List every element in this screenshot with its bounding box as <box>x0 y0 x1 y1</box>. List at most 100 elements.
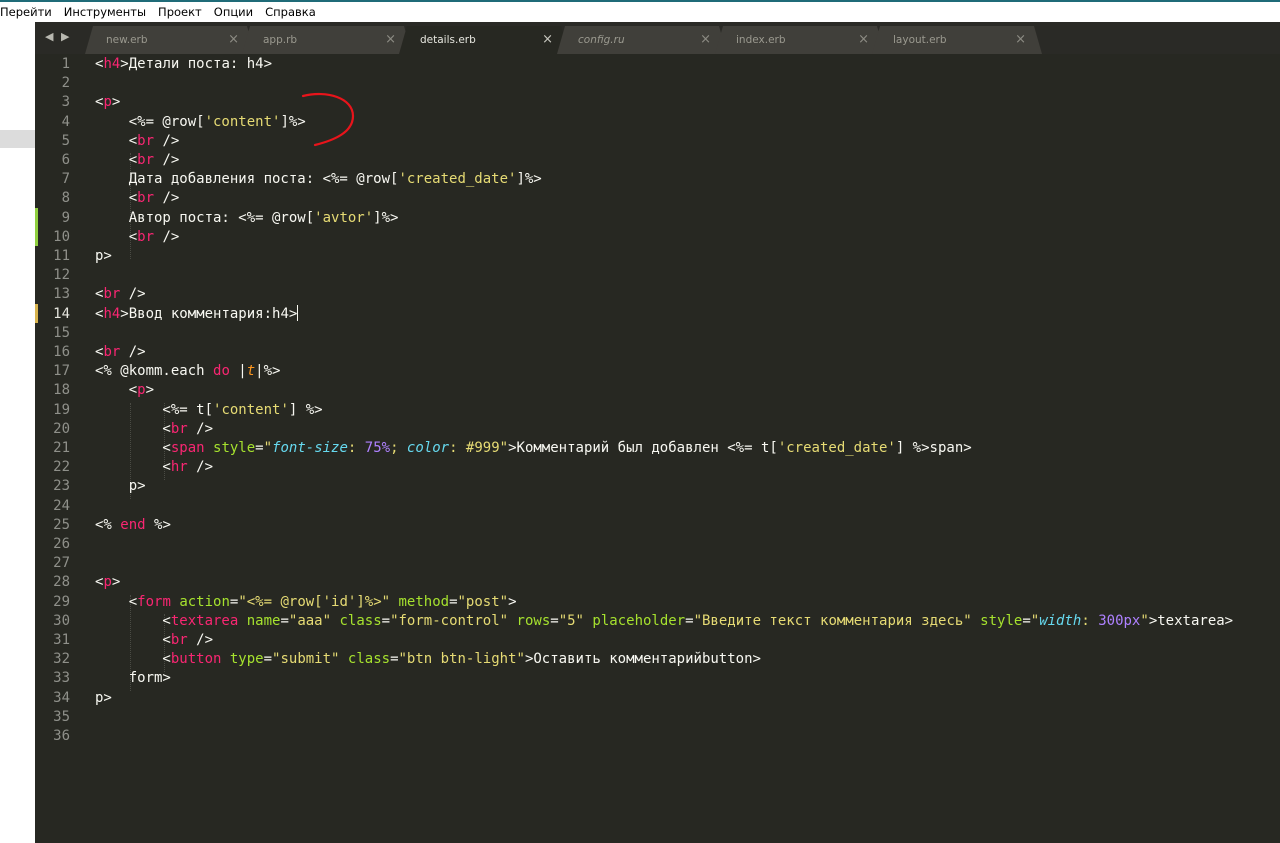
code-text: <br /> <box>95 632 214 648</box>
line-number: 23 <box>53 478 70 495</box>
menu-item-2[interactable]: Проект <box>152 5 208 19</box>
code-line[interactable]: 36 <box>35 727 1280 746</box>
code-text: form> <box>128 670 171 687</box>
code-line[interactable]: 18 <p> <box>35 381 1280 400</box>
code-line[interactable]: 11 p> <box>35 247 1280 266</box>
code-line[interactable]: 28 <p> <box>35 573 1280 592</box>
line-number: 21 <box>53 440 70 456</box>
code-line[interactable]: 21 <span style="font-size: 75%; color: #… <box>35 439 1280 458</box>
tab-details-erb[interactable]: details.erb × <box>399 26 569 54</box>
code-line[interactable]: 9 Автор поста: <%= @row['avtor']%> <box>35 209 1280 228</box>
tab-close-icon[interactable]: × <box>700 32 711 47</box>
line-number: 30 <box>53 612 70 629</box>
tab-navigation-arrows-icon[interactable]: ◀ ▶ <box>45 30 71 43</box>
line-number: 12 <box>53 267 70 284</box>
code-line[interactable]: 1 <h4>Детали поста: h4> <box>35 55 1280 74</box>
code-text: <p> <box>95 574 121 591</box>
code-line[interactable]: 17 <% @komm.each do |t|%> <box>35 362 1280 381</box>
line-number: 8 <box>61 190 70 207</box>
menu-item-0[interactable]: Перейти <box>0 5 58 19</box>
code-line[interactable]: 19 <%= t['content'] %> <box>35 401 1280 420</box>
code-text: <p> <box>95 382 155 399</box>
tab-app-rb[interactable]: app.rb × <box>242 26 412 54</box>
code-line[interactable]: 34 p> <box>35 689 1280 708</box>
code-line[interactable]: 15 <box>35 324 1280 343</box>
code-text: Автор поста: <%= @row['avtor']%> <box>95 209 399 226</box>
tab-close-icon[interactable]: × <box>385 32 396 47</box>
line-number: 26 <box>53 536 70 552</box>
code-text: <hr /> <box>95 459 214 476</box>
line-number: 10 <box>53 228 70 245</box>
line-number: 5 <box>61 132 70 149</box>
tab-label: config.ru <box>578 34 625 46</box>
code-line[interactable]: 2 <box>35 74 1280 93</box>
tab-new-erb[interactable]: new.erb × <box>85 26 255 54</box>
code-editor[interactable]: 1 <h4>Детали поста: h4> 2 3 <p> 4 <%= @row['c… <box>35 54 1280 843</box>
tab-label: app.rb <box>263 34 298 46</box>
code-line[interactable]: 10 <br /> <box>35 228 1280 247</box>
code-text: <span style="font-size: 75%; color: #999… <box>95 440 972 456</box>
code-line[interactable]: 27 <box>35 554 1280 573</box>
tab-label: layout.erb <box>893 34 947 46</box>
line-number: 36 <box>53 728 70 744</box>
code-line[interactable]: 20 <br /> <box>35 420 1280 439</box>
code-line[interactable]: 6 <br /> <box>35 151 1280 170</box>
code-line[interactable]: 14 <h4>Ввод комментария:h4> <box>35 304 1280 324</box>
line-number: 24 <box>53 497 70 514</box>
line-number: 15 <box>53 324 70 341</box>
line-number: 2 <box>61 75 70 92</box>
tab-close-icon[interactable]: × <box>1015 32 1026 47</box>
menu-item-4[interactable]: Справка <box>259 5 322 19</box>
code-text: <h4>Ввод комментария:h4> <box>95 304 299 322</box>
menu-item-1[interactable]: Инструменты <box>58 5 152 19</box>
side-bar-selected-row[interactable] <box>0 130 35 148</box>
code-line[interactable]: 33 form> <box>35 669 1280 688</box>
code-line[interactable]: 25 <% end %> <box>35 516 1280 535</box>
code-line[interactable]: 3 <p> <box>35 93 1280 112</box>
code-line[interactable]: 12 <box>35 266 1280 285</box>
tab-label: details.erb <box>420 34 476 46</box>
code-line[interactable]: 29 <form action="<%= @row['id']%>" metho… <box>35 593 1280 612</box>
code-line[interactable]: 31 <br /> <box>35 631 1280 650</box>
tab-index-erb[interactable]: index.erb × <box>715 26 885 54</box>
code-text: <h4>Детали поста: h4> <box>95 56 273 72</box>
code-line[interactable]: 26 <box>35 535 1280 554</box>
code-line[interactable]: 30 <textarea name="aaa" class="form-cont… <box>35 612 1280 631</box>
line-number: 18 <box>53 382 70 399</box>
code-line[interactable]: 35 <box>35 708 1280 727</box>
menu-item-3[interactable]: Опции <box>208 5 259 19</box>
menu-bar: Перейти Инструменты Проект Опции Справка <box>0 2 1280 22</box>
line-number: 29 <box>53 593 70 610</box>
tab-close-icon[interactable]: × <box>858 32 869 47</box>
side-bar-strip <box>0 22 35 843</box>
code-text: <button type="submit" class="btn btn-lig… <box>95 651 761 668</box>
line-number: 1 <box>61 56 70 72</box>
tab-close-icon[interactable]: × <box>228 32 239 47</box>
tab-config-ru[interactable]: config.ru × <box>557 26 727 54</box>
line-number: 22 <box>53 459 70 476</box>
code-line[interactable]: 22 <hr /> <box>35 458 1280 477</box>
code-text: <% @komm.each do |t|%> <box>95 363 281 380</box>
tab-layout-erb[interactable]: layout.erb × <box>872 26 1042 54</box>
code-text: <% end %> <box>95 516 171 533</box>
tab-close-icon[interactable]: × <box>542 32 553 47</box>
line-number: 3 <box>61 94 70 111</box>
code-line[interactable]: 5 <br /> <box>35 132 1280 151</box>
code-line[interactable]: 8 <br /> <box>35 189 1280 208</box>
code-text: <br /> <box>95 344 146 360</box>
code-text: <form action="<%= @row['id']%>" method="… <box>95 593 517 610</box>
code-text: p> <box>95 689 112 706</box>
code-line[interactable]: 32 <button type="submit" class="btn btn-… <box>35 650 1280 669</box>
code-line[interactable]: 7 Дата добавления поста: <%= @row['creat… <box>35 170 1280 189</box>
code-line[interactable]: 13 <br /> <box>35 285 1280 304</box>
code-line[interactable]: 4 <%= @row['content']%> <box>35 113 1280 132</box>
code-line[interactable]: 23 p> <box>35 477 1280 496</box>
code-text: <br /> <box>95 190 180 207</box>
code-line[interactable]: 16 <br /> <box>35 343 1280 362</box>
line-number: 31 <box>53 632 70 648</box>
line-number: 6 <box>61 152 70 168</box>
line-number: 19 <box>53 401 70 418</box>
code-text: <br /> <box>95 132 180 149</box>
code-line[interactable]: 24 <box>35 497 1280 516</box>
line-number: 20 <box>53 420 70 437</box>
